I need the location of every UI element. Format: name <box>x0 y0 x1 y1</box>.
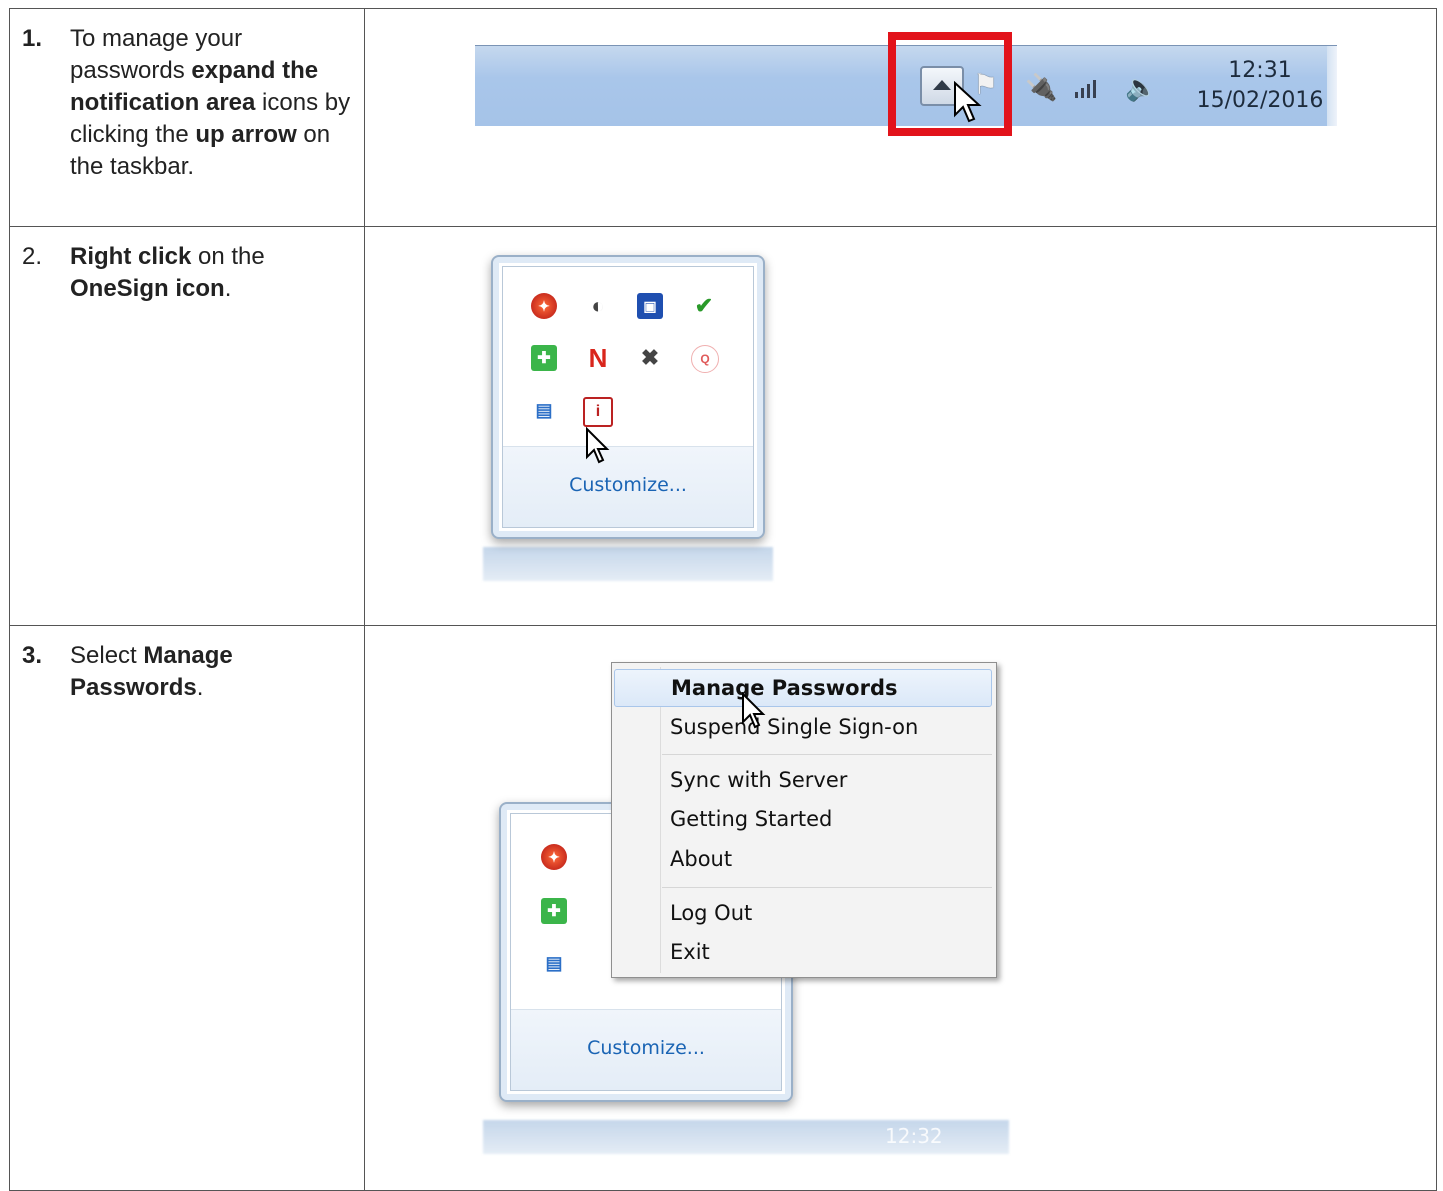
menu-item-exit[interactable]: Exit <box>670 934 710 970</box>
step-number: 2. <box>22 243 43 270</box>
step-number: 1. <box>22 25 43 52</box>
show-desktop-button[interactable] <box>1327 46 1337 126</box>
popup-inner-panel: ✦ ◐ ▣ ✔ ✚ N ✖ Q ▤ i Customize... <box>502 266 754 528</box>
step-row-3: 3. Select Manage Passwords. 12:32 ✦ ✚ ▤ … <box>9 625 1437 1191</box>
menu-item-getting-started[interactable]: Getting Started <box>670 801 832 837</box>
menu-item-about[interactable]: About <box>670 841 732 877</box>
customize-link[interactable]: Customize... <box>503 446 753 527</box>
step-row-2: 2. Right click on the OneSign icon. ✦ ◐ … <box>9 226 1437 626</box>
taskbar-fragment <box>483 547 773 581</box>
menu-item-sync-with-server[interactable]: Sync with Server <box>670 762 847 798</box>
network-computers-icon[interactable]: ▤ <box>541 950 567 976</box>
customize-link[interactable]: Customize... <box>511 1009 781 1090</box>
speaker-icon[interactable]: 🔈 <box>1125 72 1157 103</box>
step-2-image-cell: ✦ ◐ ▣ ✔ ✚ N ✖ Q ▤ i Customize... <box>364 226 1437 626</box>
menu-item-log-out[interactable]: Log Out <box>670 895 752 931</box>
color-wheel-icon[interactable]: ◐ <box>585 293 611 319</box>
taskbar-clock[interactable]: 12:31 15/02/2016 <box>1185 56 1335 116</box>
instruction-table: 1. To manage your passwords expand the n… <box>9 8 1437 1191</box>
onesign-context-menu: Manage Passwords Suspend Single Sign-on … <box>611 662 997 978</box>
step-1-text: To manage your passwords expand the noti… <box>70 25 351 180</box>
clock-time: 12:31 <box>1228 58 1292 83</box>
menu-separator <box>662 887 992 888</box>
menu-item-manage-passwords[interactable]: Manage Passwords <box>614 669 992 707</box>
network-error-icon[interactable]: ✖ <box>637 345 663 371</box>
green-shield-icon[interactable]: ✚ <box>541 898 567 924</box>
step-1-image-cell: ⚑ 🔌 🔈 12:31 15/02/2016 <box>364 8 1437 227</box>
step-3-text: Select Manage Passwords. <box>70 642 233 701</box>
red-shield-icon[interactable]: ✦ <box>531 293 557 319</box>
menu-gutter <box>660 667 661 973</box>
menu-item-suspend-sso[interactable]: Suspend Single Sign-on <box>670 709 918 745</box>
red-circle-icon[interactable]: Q <box>691 345 719 373</box>
n-letter-icon[interactable]: N <box>585 343 611 373</box>
menu-separator <box>662 754 992 755</box>
highlight-box <box>888 32 1012 136</box>
step-number: 3. <box>22 642 43 669</box>
red-shield-icon[interactable]: ✦ <box>541 844 567 870</box>
onesign-icon[interactable]: i <box>583 397 613 427</box>
clock-date: 15/02/2016 <box>1196 88 1324 113</box>
step-1-text-cell: 1. To manage your passwords expand the n… <box>9 8 365 227</box>
taskbar-clock: 12:32 <box>885 1124 943 1148</box>
network-computers-icon[interactable]: ▤ <box>531 397 557 423</box>
power-plug-icon[interactable]: 🔌 <box>1025 72 1057 103</box>
step-row-1: 1. To manage your passwords expand the n… <box>9 8 1437 227</box>
monitor-icon[interactable]: ▣ <box>637 293 663 319</box>
green-shield-icon[interactable]: ✚ <box>531 345 557 371</box>
signal-bars-icon[interactable] <box>1073 76 1103 100</box>
notification-overflow-popup: ✦ ◐ ▣ ✔ ✚ N ✖ Q ▤ i Customize... <box>491 255 765 539</box>
step-3-text-cell: 3. Select Manage Passwords. <box>9 625 365 1191</box>
power-plug-icon[interactable]: ✔ <box>691 293 717 319</box>
step-2-text-cell: 2. Right click on the OneSign icon. <box>9 226 365 626</box>
step-3-image-cell: 12:32 ✦ ✚ ▤ Customize... Manage Password… <box>364 625 1437 1191</box>
step-2-text: Right click on the OneSign icon. <box>70 243 265 302</box>
